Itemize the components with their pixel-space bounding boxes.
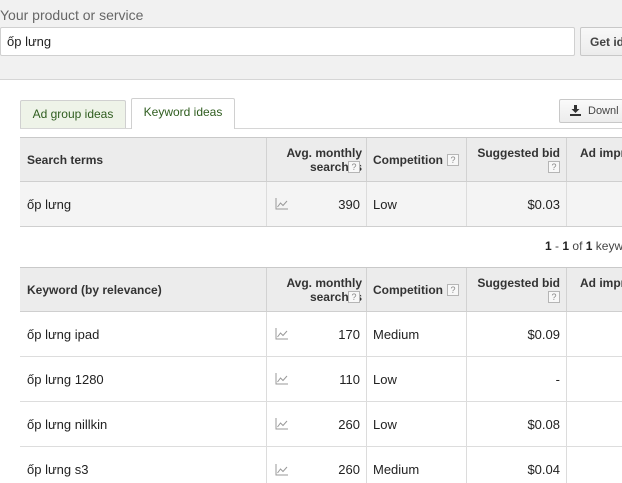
suggested-bid: $0.03 xyxy=(527,196,560,212)
product-search-panel: Your product or service ốp lưng Get id xyxy=(0,0,622,80)
avg-searches: 260 xyxy=(338,416,360,432)
col-keyword[interactable]: Keyword (by relevance) xyxy=(27,268,267,311)
suggested-bid: $0.09 xyxy=(527,326,560,342)
download-button[interactable]: Downl xyxy=(559,99,622,123)
product-input[interactable]: ốp lưng xyxy=(0,27,575,56)
col-avg-monthly-searches[interactable]: Avg. monthly searches? xyxy=(267,138,366,181)
table-header: Keyword (by relevance) Avg. monthly sear… xyxy=(20,268,622,312)
get-ideas-button[interactable]: Get id xyxy=(580,27,622,56)
col-suggested-bid[interactable]: Suggested bid? xyxy=(466,268,566,311)
avg-searches: 260 xyxy=(338,462,360,477)
col-ad-impr[interactable]: Ad impr xyxy=(566,138,622,181)
tab-keyword-ideas[interactable]: Keyword ideas xyxy=(131,98,235,129)
competition: Low xyxy=(373,196,397,212)
table-header: Search terms Avg. monthly searches? Comp… xyxy=(20,138,622,182)
col-search-terms: Search terms xyxy=(27,152,104,167)
table-row[interactable]: ốp lưng 1280 110 Low - xyxy=(20,357,622,402)
pager-of: of xyxy=(572,239,583,253)
help-icon[interactable]: ? xyxy=(548,290,560,303)
col-bid-label: Suggested bid xyxy=(477,145,560,160)
download-label: Downl xyxy=(588,105,619,117)
col-competition-label: Competition xyxy=(373,282,443,297)
competition: Medium xyxy=(373,462,420,477)
keyword-ideas-table: Keyword (by relevance) Avg. monthly sear… xyxy=(20,267,622,483)
col-bid-label: Suggested bid xyxy=(477,275,560,290)
avg-searches: 170 xyxy=(338,326,360,342)
help-icon[interactable]: ? xyxy=(447,283,459,296)
competition: Medium xyxy=(373,326,420,342)
pager-total: 1 xyxy=(585,239,593,253)
table-row[interactable]: ốp lưng nillkin 260 Low $0.08 xyxy=(20,402,622,447)
product-label: Your product or service xyxy=(0,7,144,23)
avg-searches: 390 xyxy=(338,196,360,212)
col-competition[interactable]: Competition? xyxy=(366,138,466,181)
col-suggested-bid[interactable]: Suggested bid? xyxy=(466,138,566,181)
suggested-bid: $0.04 xyxy=(527,462,560,477)
keyword-term[interactable]: ốp lưng nillkin xyxy=(27,402,267,446)
pagination-info: 1 - 1 of 1 keyw xyxy=(545,239,622,253)
search-terms-table: Search terms Avg. monthly searches? Comp… xyxy=(20,137,622,227)
search-term[interactable]: ốp lưng xyxy=(27,182,267,226)
help-icon[interactable]: ? xyxy=(348,290,360,303)
pager-dash: - xyxy=(555,239,560,253)
download-icon xyxy=(570,105,581,116)
suggested-bid: - xyxy=(555,371,560,387)
keyword-term[interactable]: ốp lưng ipad xyxy=(27,312,267,356)
avg-searches: 110 xyxy=(339,371,360,387)
col-competition-label: Competition xyxy=(373,152,443,167)
keyword-term[interactable]: ốp lưng s3 xyxy=(27,447,267,483)
help-icon[interactable]: ? xyxy=(447,153,459,166)
pager-start: 1 xyxy=(545,239,552,253)
col-competition[interactable]: Competition? xyxy=(366,268,466,311)
table-row[interactable]: ốp lưng s3 260 Medium $0.04 xyxy=(20,447,622,483)
table-row[interactable]: ốp lưng ipad 170 Medium $0.09 xyxy=(20,312,622,357)
pager-end: 1 xyxy=(562,239,570,253)
help-icon[interactable]: ? xyxy=(548,160,560,173)
tab-underline xyxy=(20,128,622,129)
competition: Low xyxy=(373,371,397,387)
table-row[interactable]: ốp lưng 390 Low $0.03 xyxy=(20,182,622,227)
col-ad-impr[interactable]: Ad impr xyxy=(566,268,622,311)
suggested-bid: $0.08 xyxy=(527,416,560,432)
pager-suffix: keyw xyxy=(595,239,622,253)
col-avg-monthly-searches[interactable]: Avg. monthly searches? xyxy=(267,268,366,311)
competition: Low xyxy=(373,416,397,432)
help-icon[interactable]: ? xyxy=(348,160,360,173)
keyword-term[interactable]: ốp lưng 1280 xyxy=(27,357,267,401)
tab-ad-group-ideas[interactable]: Ad group ideas xyxy=(20,100,126,128)
